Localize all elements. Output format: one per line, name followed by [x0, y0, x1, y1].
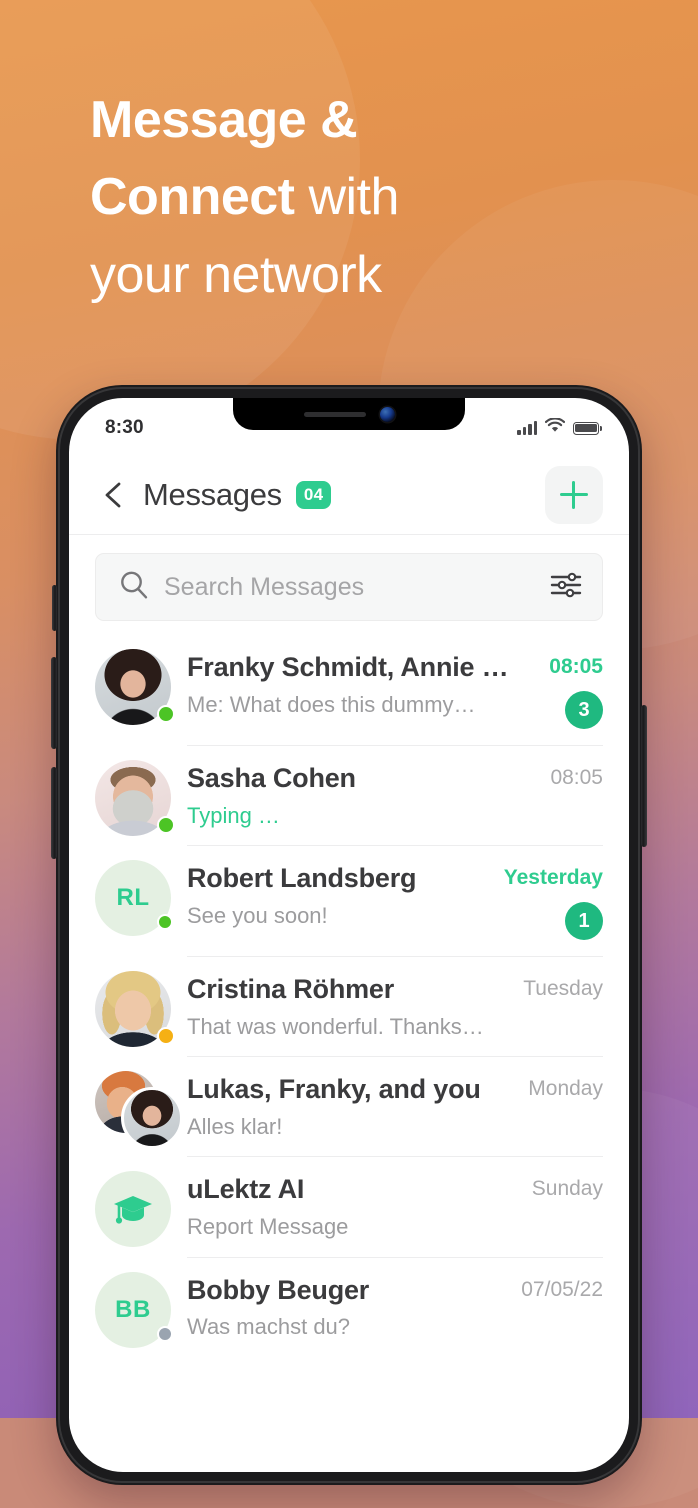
conversation-preview: Me: What does this dummy… — [187, 691, 476, 717]
page-title: Messages — [143, 477, 282, 512]
avatar-photo-front — [121, 1087, 183, 1150]
conversation-preview: That was wonderful. Thanks… — [187, 1013, 484, 1039]
conversation-row-body: Sasha Cohen Typing … 08:05 — [187, 746, 603, 847]
status-dot-offline — [157, 1325, 173, 1342]
headline-line-3: your network — [90, 245, 382, 304]
avatar[interactable]: RL — [95, 846, 187, 937]
conversation-texts: Robert Landsberg See you soon! — [187, 862, 492, 940]
conversation-texts: Franky Schmidt, Annie … Me: What does thi… — [187, 651, 537, 729]
conversation-row[interactable]: Lukas, Franky, and you Alles klar! Monday — [69, 1057, 629, 1158]
conversation-name: Lukas, Franky, and you — [187, 1074, 481, 1105]
earpiece-speaker — [303, 412, 366, 417]
status-dot-online — [157, 705, 175, 723]
conversation-timestamp: 08:05 — [549, 655, 603, 678]
conversation-meta: Monday — [528, 1073, 603, 1140]
battery-icon — [573, 421, 603, 435]
new-message-button[interactable] — [545, 466, 603, 524]
status-bar-clock: 8:30 — [105, 417, 144, 438]
conversation-name: Cristina Röhmer — [187, 974, 395, 1005]
headline-line-1: Message & — [90, 91, 358, 149]
conversation-row-body: Cristina Röhmer That was wonderful. Thank… — [187, 957, 603, 1058]
conversation-name: Bobby Beuger — [187, 1274, 370, 1305]
headline-line-2-bold: Connect — [90, 168, 295, 227]
app-header: Messages 04 — [69, 448, 629, 534]
unread-count-badge: 1 — [565, 902, 603, 941]
conversation-texts: Bobby Beuger Was machst du? — [187, 1274, 509, 1341]
conversation-row[interactable]: BB Bobby Beuger Was machst du? 07/05/22 — [69, 1258, 629, 1357]
conversation-texts: uLektz AI Report Message — [187, 1173, 520, 1240]
chevron-left-icon[interactable] — [99, 480, 129, 510]
front-camera-icon — [379, 407, 395, 422]
conversation-meta: Sunday — [532, 1173, 603, 1240]
volume-down-button[interactable] — [51, 767, 57, 859]
avatar[interactable] — [95, 746, 187, 836]
power-button[interactable] — [641, 705, 647, 847]
promo-headline: Message & Connect with your network — [90, 82, 630, 314]
unread-count-badge: 3 — [565, 691, 603, 729]
conversation-texts: Cristina Röhmer That was wonderful. Thank… — [187, 973, 511, 1040]
phone-notch — [233, 398, 465, 430]
search-bar[interactable] — [95, 553, 603, 621]
plus-icon — [560, 481, 588, 509]
conversation-texts: Lukas, Franky, and you Alles klar! — [187, 1073, 516, 1140]
status-bar-icons — [517, 417, 603, 438]
search-input[interactable] — [164, 572, 550, 602]
conversation-timestamp: Sunday — [531, 1177, 603, 1201]
conversation-row-body: uLektz AI Report Message Sunday — [187, 1157, 603, 1258]
graduation-cap-icon — [95, 1171, 171, 1248]
search-section — [69, 535, 629, 635]
conversation-row-body: Robert Landsberg See you soon! Yesterday 1 — [187, 846, 603, 958]
volume-up-button[interactable] — [51, 657, 57, 749]
typing-indicator: Typing … — [187, 802, 280, 828]
signal-icon — [517, 421, 537, 435]
conversation-meta: 07/05/22 — [521, 1274, 603, 1341]
avatar[interactable] — [95, 1157, 187, 1248]
conversation-preview: See you soon! — [187, 902, 328, 928]
search-icon — [118, 569, 150, 606]
conversation-row-body: Lukas, Franky, and you Alles klar! Monday — [187, 1057, 603, 1158]
conversation-name: Franky Schmidt, Annie … — [187, 652, 509, 682]
avatar[interactable] — [95, 1057, 187, 1150]
conversation-preview: Was machst du? — [187, 1314, 351, 1340]
conversation-texts: Sasha Cohen Typing … — [187, 762, 538, 829]
avatar[interactable] — [95, 957, 187, 1048]
conversation-preview: Report Message — [187, 1214, 349, 1240]
conversation-meta: 08:05 3 — [549, 651, 603, 729]
conversation-row[interactable]: RL Robert Landsberg See you soon! Yesterday… — [69, 846, 629, 958]
conversation-row-body: Franky Schmidt, Annie … Me: What does thi… — [187, 635, 603, 746]
status-dot-online — [157, 816, 175, 834]
conversation-list: Franky Schmidt, Annie … Me: What does thi… — [69, 635, 629, 1357]
conversation-meta: Yesterday 1 — [503, 862, 603, 941]
sliders-icon[interactable] — [550, 572, 582, 603]
conversation-name: Robert Landsberg — [187, 863, 417, 894]
avatar[interactable]: BB — [95, 1258, 187, 1348]
conversation-row[interactable]: Sasha Cohen Typing … 08:05 — [69, 746, 629, 847]
status-dot-online — [157, 914, 173, 931]
conversation-name: uLektz AI — [187, 1174, 305, 1205]
message-count-badge: 04 — [295, 481, 332, 509]
phone-screen: 8:30 Messages 04 Search Messages Franky … — [69, 398, 629, 1472]
conversation-timestamp: 07/05/22 — [521, 1277, 603, 1301]
conversation-preview: Alles klar! — [187, 1114, 283, 1140]
wifi-icon — [544, 417, 566, 438]
conversation-row-body: Bobby Beuger Was machst du? 07/05/22 — [187, 1258, 603, 1357]
conversation-row[interactable]: Cristina Röhmer That was wonderful. Thank… — [69, 957, 629, 1058]
conversation-timestamp: Tuesday — [523, 977, 603, 1001]
status-dot-away — [157, 1027, 175, 1046]
phone-mockup: 8:30 Messages 04 Search Messages Franky … — [51, 385, 647, 1485]
mute-switch[interactable] — [52, 585, 57, 631]
conversation-row[interactable]: uLektz AI Report Message Sunday — [69, 1157, 629, 1258]
conversation-name: Sasha Cohen — [187, 763, 356, 793]
conversation-timestamp: 08:05 — [550, 766, 603, 789]
conversation-timestamp: Monday — [528, 1077, 603, 1101]
conversation-timestamp: Yesterday — [503, 866, 603, 890]
conversation-row[interactable]: Franky Schmidt, Annie … Me: What does thi… — [69, 635, 629, 746]
conversation-meta: Tuesday — [523, 973, 603, 1040]
avatar[interactable] — [95, 635, 187, 725]
headline-line-2-rest: with — [294, 168, 399, 227]
conversation-meta: 08:05 — [550, 762, 603, 829]
